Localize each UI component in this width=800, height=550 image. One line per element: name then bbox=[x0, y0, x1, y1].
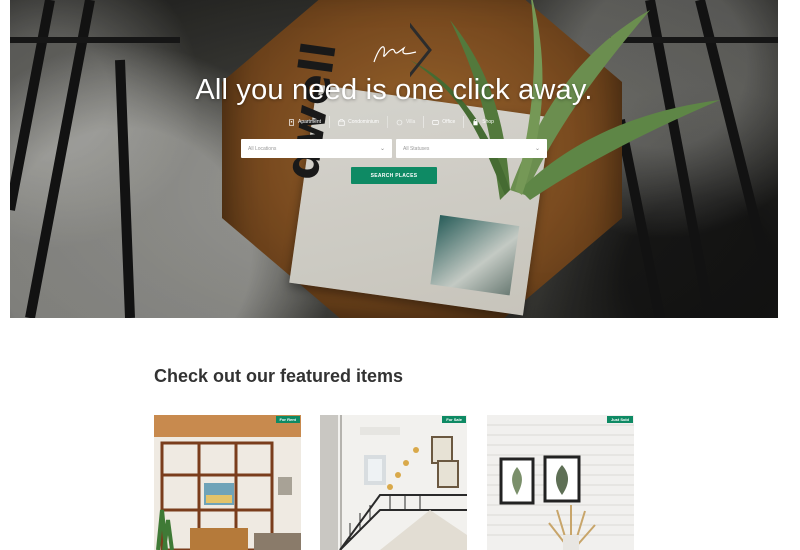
category-villa-label: Villa bbox=[405, 119, 416, 125]
featured-card-2[interactable]: For Sale bbox=[320, 415, 467, 550]
villa-icon bbox=[396, 119, 403, 125]
featured-image-2 bbox=[320, 415, 467, 550]
search-places-button[interactable]: SEARCH PLACES bbox=[351, 167, 437, 184]
category-office-label: Office bbox=[442, 119, 456, 125]
status-badge: For Rent bbox=[275, 416, 300, 423]
status-select-value: All Statuses bbox=[403, 145, 430, 152]
status-badge: For Sale bbox=[442, 416, 466, 423]
category-shop-label: Shop bbox=[482, 119, 494, 125]
chevron-down-icon: ⌄ bbox=[534, 146, 540, 152]
signature-logo bbox=[373, 46, 417, 63]
featured-card-1[interactable]: For Rent bbox=[154, 415, 301, 550]
page: dwell All you need is one click away. Ap… bbox=[0, 0, 800, 550]
chevron-down-icon: ⌄ bbox=[379, 146, 385, 152]
category-apartment-label: Apartment bbox=[298, 119, 322, 125]
shop-icon bbox=[473, 118, 478, 125]
status-badge: Just Sold bbox=[606, 416, 633, 423]
featured-image-1 bbox=[154, 415, 301, 550]
category-villa[interactable]: Villa bbox=[386, 116, 423, 128]
featured-title: Check out our featured items bbox=[154, 366, 404, 386]
location-select[interactable]: All Locations ⌄ bbox=[241, 139, 392, 158]
building-icon bbox=[289, 118, 294, 126]
office-icon bbox=[432, 119, 439, 125]
location-select-value: All Locations bbox=[248, 145, 277, 152]
featured-image-3 bbox=[487, 415, 634, 550]
category-filters: Apartment Condominium Villa Office Shop bbox=[280, 116, 502, 128]
condo-icon bbox=[338, 118, 345, 126]
hero-title: All you need is one click away. bbox=[195, 74, 593, 106]
status-select[interactable]: All Statuses ⌄ bbox=[396, 139, 547, 158]
category-condominium[interactable]: Condominium bbox=[329, 116, 387, 128]
featured-card-3[interactable]: Just Sold bbox=[487, 415, 634, 550]
category-condominium-label: Condominium bbox=[348, 119, 379, 125]
category-office[interactable]: Office bbox=[423, 116, 463, 128]
category-apartment[interactable]: Apartment bbox=[280, 116, 329, 128]
search-filters: All Locations ⌄ All Statuses ⌄ bbox=[241, 139, 547, 158]
category-shop[interactable]: Shop bbox=[463, 116, 502, 128]
